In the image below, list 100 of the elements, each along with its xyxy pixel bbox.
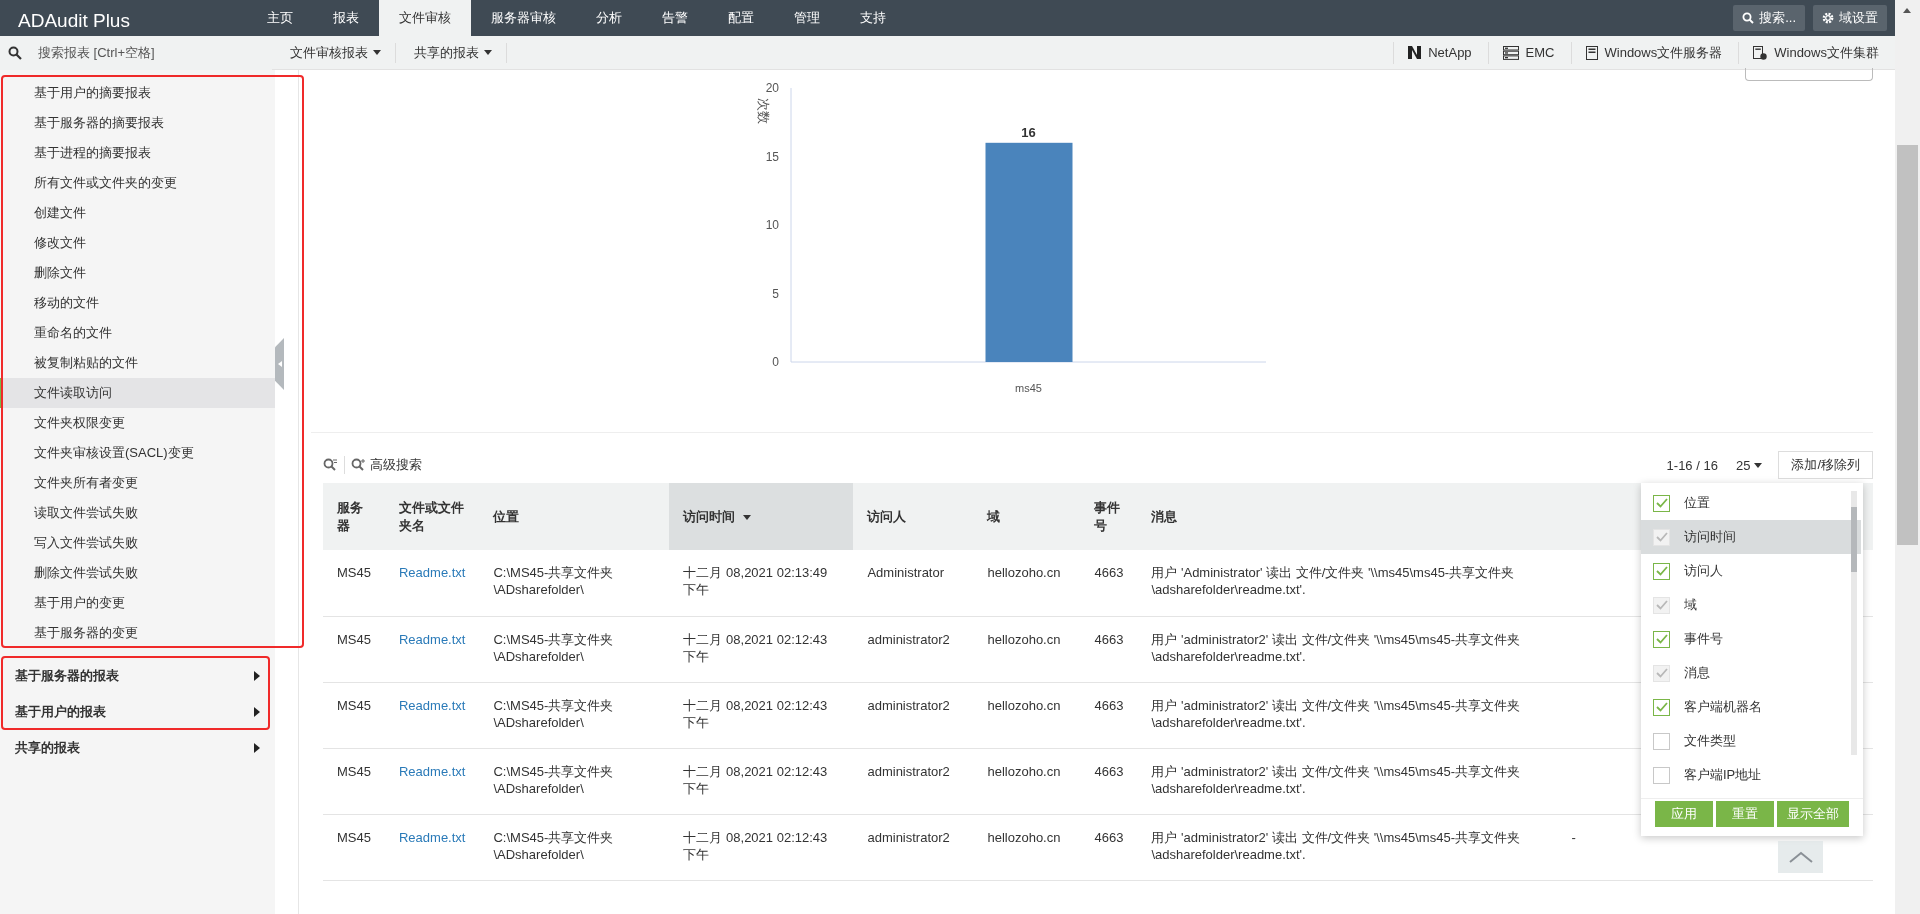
search-icon xyxy=(8,45,22,60)
nav-tab[interactable]: 报表 xyxy=(313,0,379,36)
file-link[interactable]: Readme.txt xyxy=(398,763,466,779)
report-search-field[interactable]: 搜索报表 [Ctrl+空格] xyxy=(36,44,250,61)
server-rack-icon xyxy=(1502,45,1519,60)
file-link[interactable]: Readme.txt xyxy=(398,565,466,580)
server-link[interactable]: NetApp xyxy=(1393,41,1488,64)
column-option[interactable]: 客户端IP地址 xyxy=(1641,758,1861,786)
checkbox[interactable] xyxy=(1653,766,1670,784)
table-cell: C:\MS45-共享文件夹 \ADsharefolder\ xyxy=(479,682,670,748)
column-header[interactable]: 访问人 xyxy=(853,483,974,550)
report-menu[interactable]: 共享的报表 xyxy=(396,42,507,63)
report-list-item[interactable]: 文件读取访问 xyxy=(0,378,275,408)
nav-tab[interactable]: 文件审核 xyxy=(379,0,471,36)
column-option[interactable]: 文件类型 xyxy=(1641,724,1861,758)
sort-caret-icon xyxy=(743,514,752,520)
column-header[interactable]: 消息 xyxy=(1137,483,1558,550)
search-filter-icon[interactable] xyxy=(323,458,338,472)
report-list-item[interactable]: 基于服务器的摘要报表 xyxy=(0,108,275,138)
nav-tab[interactable]: 告警 xyxy=(642,0,708,36)
report-list-item[interactable]: 所有文件或文件夹的变更 xyxy=(0,168,275,198)
nav-tab[interactable]: 分析 xyxy=(576,0,642,36)
server-link[interactable]: EMC xyxy=(1487,41,1571,64)
table-cell: hellozoho.cn xyxy=(973,682,1081,748)
expand-arrow-icon xyxy=(254,707,260,717)
scroll-to-top-button[interactable] xyxy=(1778,841,1823,873)
column-option[interactable]: 客户端机器名 xyxy=(1641,690,1861,724)
table-cell: 十二月 08,2021 02:12:43 下午 xyxy=(669,682,854,748)
table-cell: MS45 xyxy=(323,616,385,682)
column-header[interactable]: 域 xyxy=(973,483,1081,550)
checkbox[interactable] xyxy=(1653,562,1670,580)
y-axis-label: 次数 xyxy=(756,98,771,124)
table-cell: hellozoho.cn xyxy=(973,550,1081,616)
page-size-dropdown[interactable]: 25 xyxy=(1735,457,1763,473)
file-link[interactable]: Readme.txt xyxy=(398,697,466,713)
column-header[interactable]: 文件或文件夹名 xyxy=(384,483,480,550)
checkbox[interactable] xyxy=(1653,732,1670,750)
scrollbar[interactable] xyxy=(1895,0,1920,914)
report-list-item[interactable]: 文件夹所有者变更 xyxy=(0,468,275,498)
report-list-item[interactable]: 被复制粘贴的文件 xyxy=(0,348,275,378)
app-logo: ADAudit Plus xyxy=(17,10,131,33)
column-option[interactable]: 位置 xyxy=(1641,486,1861,520)
checkbox[interactable] xyxy=(1653,630,1670,648)
report-list-item[interactable]: 创建文件 xyxy=(0,198,275,228)
table-cell: 4663 xyxy=(1080,550,1138,616)
nav-tab[interactable]: 管理 xyxy=(774,0,840,36)
table-cell: administrator2 xyxy=(853,748,974,814)
report-list-item[interactable]: 删除文件 xyxy=(0,258,275,288)
nav-tab[interactable]: 支持 xyxy=(840,0,906,36)
caret-icon xyxy=(484,50,492,55)
report-list-item[interactable]: 读取文件尝试失败 xyxy=(0,498,275,528)
table-cell: hellozoho.cn xyxy=(973,748,1081,814)
chevron-up-icon xyxy=(1787,850,1814,864)
report-list-item[interactable]: 写入文件尝试失败 xyxy=(0,528,275,558)
advanced-search-button[interactable]: 高级搜索 xyxy=(351,456,422,474)
report-group-item[interactable]: 基于用户的报表 xyxy=(0,694,275,730)
data-label: 16 xyxy=(1021,124,1036,140)
table-cell: 用户 'administrator2' 读出 文件/文件夹 '\\ms45\ms45-共享文件夹 \adsharefolder\readme.txt'. xyxy=(1137,616,1558,682)
report-list-item[interactable]: 移动的文件 xyxy=(0,288,275,318)
file-link[interactable]: Readme.txt xyxy=(398,829,466,845)
scrollbar[interactable] xyxy=(1851,491,1857,755)
table-cell: MS45 xyxy=(323,814,385,880)
y-tick-label: 10 xyxy=(765,218,779,232)
nav-tab[interactable]: 配置 xyxy=(708,0,774,36)
report-group-item[interactable]: 基于服务器的报表 xyxy=(0,658,275,694)
table-cell: Administrator xyxy=(853,550,974,616)
report-group-item[interactable]: 共享的报表 xyxy=(0,730,275,766)
report-list-item[interactable]: 删除文件尝试失败 xyxy=(0,558,275,588)
column-option[interactable]: 访问人 xyxy=(1641,554,1861,588)
checkbox[interactable] xyxy=(1653,494,1670,512)
domain-settings-button[interactable]: 域设置 xyxy=(1813,5,1887,31)
checkbox[interactable] xyxy=(1653,698,1670,716)
report-menu[interactable]: 文件审核报表 xyxy=(272,42,396,63)
report-list-item[interactable]: 基于用户的变更 xyxy=(0,588,275,618)
server-link[interactable]: Windows文件服务器 xyxy=(1570,41,1739,64)
table-cell: 4663 xyxy=(1080,814,1138,880)
chart-type-toggle[interactable] xyxy=(1745,68,1873,81)
report-list-item[interactable]: 基于用户的摘要报表 xyxy=(0,78,275,108)
add-remove-columns-button[interactable]: 添加/移除列 xyxy=(1778,451,1873,479)
column-header[interactable]: 事件号 xyxy=(1080,483,1138,550)
report-list-item[interactable]: 修改文件 xyxy=(0,228,275,258)
file-link[interactable]: Readme.txt xyxy=(398,631,466,647)
y-tick-label: 5 xyxy=(772,286,779,301)
report-list-item[interactable]: 基于进程的摘要报表 xyxy=(0,138,275,168)
column-option[interactable]: 事件号 xyxy=(1641,622,1861,656)
column-header[interactable]: 服务器 xyxy=(323,483,385,550)
bar[interactable] xyxy=(985,142,1073,362)
table-cell: 4663 xyxy=(1080,748,1138,814)
search-button[interactable]: 搜索... xyxy=(1733,5,1805,31)
nav-tab[interactable]: 服务器审核 xyxy=(471,0,576,36)
nav-tab[interactable]: 主页 xyxy=(247,0,313,36)
search-plus-icon xyxy=(351,458,366,472)
report-list-item[interactable]: 文件夹权限变更 xyxy=(0,408,275,438)
column-header[interactable]: 访问时间 xyxy=(669,483,854,550)
column-header[interactable]: 位置 xyxy=(479,483,670,550)
report-list-item[interactable]: 重命名的文件 xyxy=(0,318,275,348)
y-tick-label: 15 xyxy=(765,149,779,164)
report-list-item[interactable]: 文件夹审核设置(SACL)变更 xyxy=(0,438,275,468)
report-list-item[interactable]: 基于服务器的变更 xyxy=(0,618,275,648)
table-cell: 用户 'Administrator' 读出 文件/文件夹 '\\ms45\ms45-共享文件夹 \adsharefolder\readme.txt'. xyxy=(1137,550,1558,616)
